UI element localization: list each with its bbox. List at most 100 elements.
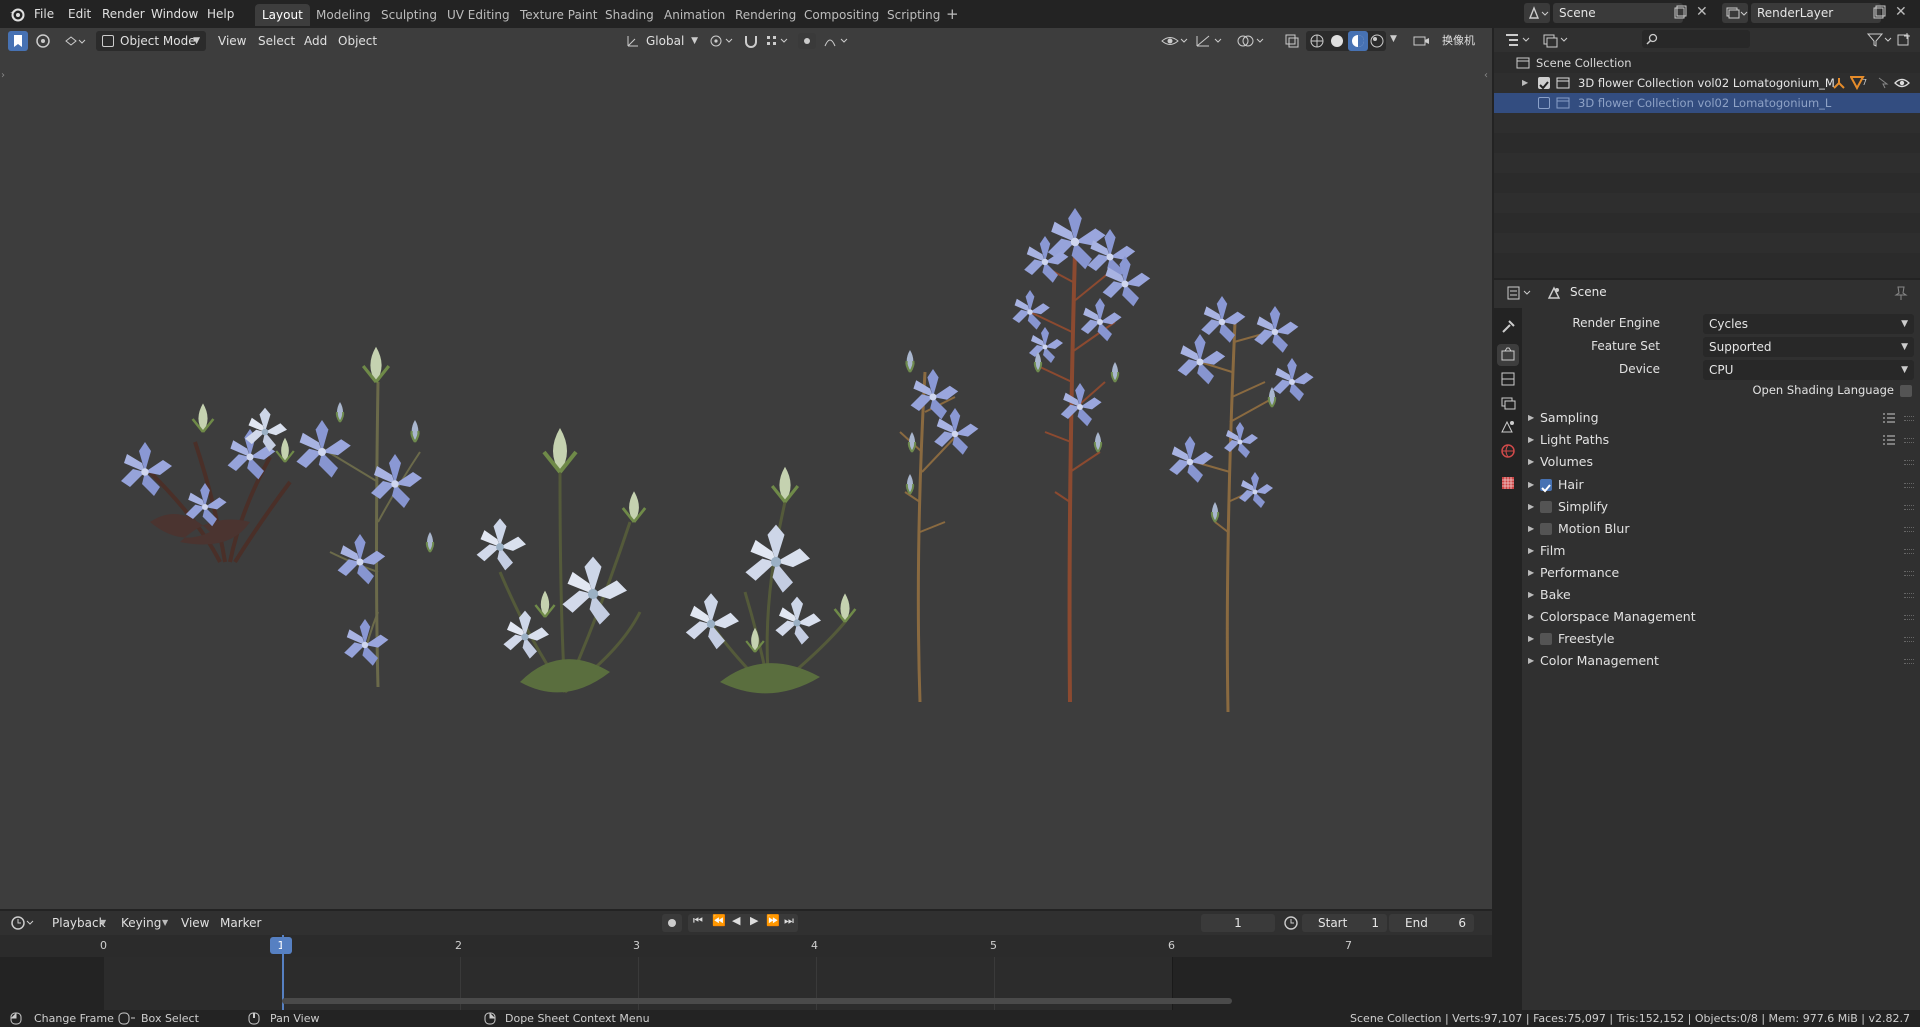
selectable-arrow-icon[interactable] bbox=[1876, 76, 1890, 90]
filter-icon[interactable] bbox=[1866, 32, 1894, 48]
motion-blur-checkbox[interactable] bbox=[1540, 523, 1552, 535]
presets-list-icon[interactable] bbox=[1882, 412, 1896, 424]
viewport-menu-view[interactable]: View bbox=[218, 31, 246, 51]
drag-handle-icon[interactable] bbox=[1904, 416, 1914, 421]
pivot-icon[interactable] bbox=[32, 31, 54, 51]
visibility-eye-icon[interactable] bbox=[1160, 33, 1188, 49]
tab-output[interactable] bbox=[1497, 368, 1519, 390]
tab-render[interactable] bbox=[1497, 344, 1519, 366]
new-collection-icon[interactable] bbox=[1896, 32, 1912, 48]
drag-handle-icon[interactable] bbox=[1904, 593, 1914, 598]
outliner-row-scene-collection[interactable]: Scene Collection bbox=[1494, 53, 1920, 73]
drag-handle-icon[interactable] bbox=[1904, 483, 1914, 488]
properties-editor[interactable]: Scene Render Engine Cycles ▼ Feature Set… bbox=[1494, 280, 1920, 1010]
panel-film[interactable]: ▶ Film bbox=[1524, 540, 1914, 562]
tab-compositing[interactable]: Compositing bbox=[797, 4, 886, 26]
object-mode-dropdown[interactable]: Object Mode ▼ bbox=[96, 31, 206, 51]
blender-logo-icon[interactable] bbox=[8, 5, 26, 23]
timeline-area[interactable] bbox=[0, 935, 1492, 1010]
tab-view-layer[interactable] bbox=[1497, 392, 1519, 414]
snap-target-icon[interactable] bbox=[764, 33, 790, 49]
exclude-checkbox[interactable] bbox=[1538, 97, 1550, 109]
timeline-scrollbar[interactable] bbox=[282, 998, 1232, 1004]
add-workspace-button[interactable]: + bbox=[946, 5, 959, 23]
playhead-marker[interactable]: 1 bbox=[270, 937, 292, 954]
shading-options-chevron-icon[interactable]: ▼ bbox=[1390, 34, 1397, 44]
menu-window[interactable]: Window bbox=[151, 6, 198, 22]
outliner-editor-type-icon[interactable] bbox=[1504, 32, 1532, 48]
tab-scripting[interactable]: Scripting bbox=[880, 4, 947, 26]
panel-bake[interactable]: ▶ Bake bbox=[1524, 584, 1914, 606]
exclude-checkbox[interactable] bbox=[1538, 77, 1550, 90]
panel-light-paths[interactable]: ▶ Light Paths bbox=[1524, 429, 1914, 451]
menu-help[interactable]: Help bbox=[207, 6, 234, 22]
drag-handle-icon[interactable] bbox=[1904, 505, 1914, 510]
view-layer-browse-button[interactable] bbox=[1722, 3, 1748, 23]
menu-edit[interactable]: Edit bbox=[68, 6, 91, 22]
tab-sculpting[interactable]: Sculpting bbox=[374, 4, 444, 26]
delete-view-layer-icon[interactable]: ✕ bbox=[1895, 4, 1907, 20]
xray-icon[interactable] bbox=[1284, 33, 1300, 49]
panel-volumes[interactable]: ▶ Volumes bbox=[1524, 451, 1914, 473]
new-view-layer-icon[interactable] bbox=[1871, 4, 1887, 22]
osl-checkbox[interactable] bbox=[1900, 385, 1912, 397]
display-mode-icon[interactable] bbox=[1542, 32, 1570, 48]
material-preview-button[interactable] bbox=[1348, 31, 1368, 51]
simplify-checkbox[interactable] bbox=[1540, 501, 1552, 513]
eye-icon[interactable] bbox=[1894, 76, 1910, 90]
tab-tool[interactable] bbox=[1497, 316, 1519, 338]
timeline-editor-type-icon[interactable] bbox=[10, 915, 36, 931]
panel-colorspace-management[interactable]: ▶ Colorspace Management bbox=[1524, 606, 1914, 628]
solid-shading-icon[interactable] bbox=[1330, 34, 1344, 48]
view-layer-name-field[interactable]: RenderLayer bbox=[1751, 3, 1881, 23]
drag-handle-icon[interactable] bbox=[1904, 615, 1914, 620]
presets-list-icon[interactable] bbox=[1882, 434, 1896, 446]
panel-hair[interactable]: ▶ Hair bbox=[1524, 474, 1914, 496]
end-frame-field[interactable]: End 6 bbox=[1389, 914, 1474, 932]
transform-pivot-icon[interactable] bbox=[708, 33, 734, 49]
falloff-curve-icon[interactable] bbox=[822, 33, 850, 49]
drag-handle-icon[interactable] bbox=[1904, 527, 1914, 532]
panel-sampling[interactable]: ▶ Sampling bbox=[1524, 407, 1914, 429]
freestyle-checkbox[interactable] bbox=[1540, 633, 1552, 645]
toolbar-toggle-icon[interactable] bbox=[8, 31, 28, 51]
frame-ruler[interactable]: 0 1 2 3 4 5 6 7 bbox=[0, 935, 1492, 957]
tab-animation[interactable]: Animation bbox=[657, 4, 732, 26]
camera-view-icon[interactable] bbox=[1412, 33, 1430, 49]
device-select[interactable]: CPU ▼ bbox=[1703, 360, 1914, 380]
drag-handle-icon[interactable] bbox=[1904, 571, 1914, 576]
snap-icon[interactable] bbox=[742, 33, 760, 49]
feature-set-select[interactable]: Supported ▼ bbox=[1703, 337, 1914, 357]
timeline-menu-marker[interactable]: Marker bbox=[220, 913, 261, 933]
tab-scene[interactable] bbox=[1497, 416, 1519, 438]
delete-scene-icon[interactable]: ✕ bbox=[1696, 4, 1708, 20]
jump-start-icon[interactable]: ⏮ bbox=[693, 914, 703, 928]
scene-browse-button[interactable] bbox=[1524, 3, 1550, 23]
rendered-shading-icon[interactable] bbox=[1370, 34, 1384, 48]
camera-switch-button[interactable]: 换像机 bbox=[1442, 31, 1475, 51]
new-scene-icon[interactable] bbox=[1672, 4, 1688, 22]
drag-handle-icon[interactable] bbox=[1904, 438, 1914, 443]
gizmo-icon[interactable] bbox=[1194, 33, 1222, 49]
auto-keying-button[interactable] bbox=[662, 914, 682, 932]
viewport-menu-select[interactable]: Select bbox=[258, 31, 295, 51]
drag-handle-icon[interactable] bbox=[1904, 659, 1914, 664]
hair-checkbox[interactable] bbox=[1540, 479, 1552, 493]
tab-texture-paint[interactable]: Texture Paint bbox=[513, 4, 604, 26]
editor-type-icon[interactable] bbox=[62, 31, 88, 51]
wireframe-shading-icon[interactable] bbox=[1310, 34, 1324, 48]
panel-color-management[interactable]: ▶ Color Management bbox=[1524, 650, 1914, 672]
panel-performance[interactable]: ▶ Performance bbox=[1524, 562, 1914, 584]
tab-rendering[interactable]: Rendering bbox=[728, 4, 803, 26]
current-frame-field[interactable]: 1 bbox=[1201, 914, 1275, 932]
menu-render[interactable]: Render bbox=[102, 6, 145, 22]
outliner[interactable]: Scene Collection ▶ 3D flower Collection … bbox=[1494, 28, 1920, 278]
timeline-menu-keying[interactable]: Keying bbox=[121, 913, 161, 933]
tab-world[interactable] bbox=[1497, 440, 1519, 462]
tab-uv-editing[interactable]: UV Editing bbox=[440, 4, 517, 26]
tab-modeling[interactable]: Modeling bbox=[309, 4, 378, 26]
pin-icon[interactable] bbox=[1894, 285, 1908, 301]
timeline-menu-view[interactable]: View bbox=[181, 913, 209, 933]
tab-layout[interactable]: Layout bbox=[255, 4, 310, 26]
timeline-editor[interactable]: Playback ▼ Keying ▼ View Marker ⏮ ⏪ ◀ ▶ … bbox=[0, 911, 1492, 1010]
